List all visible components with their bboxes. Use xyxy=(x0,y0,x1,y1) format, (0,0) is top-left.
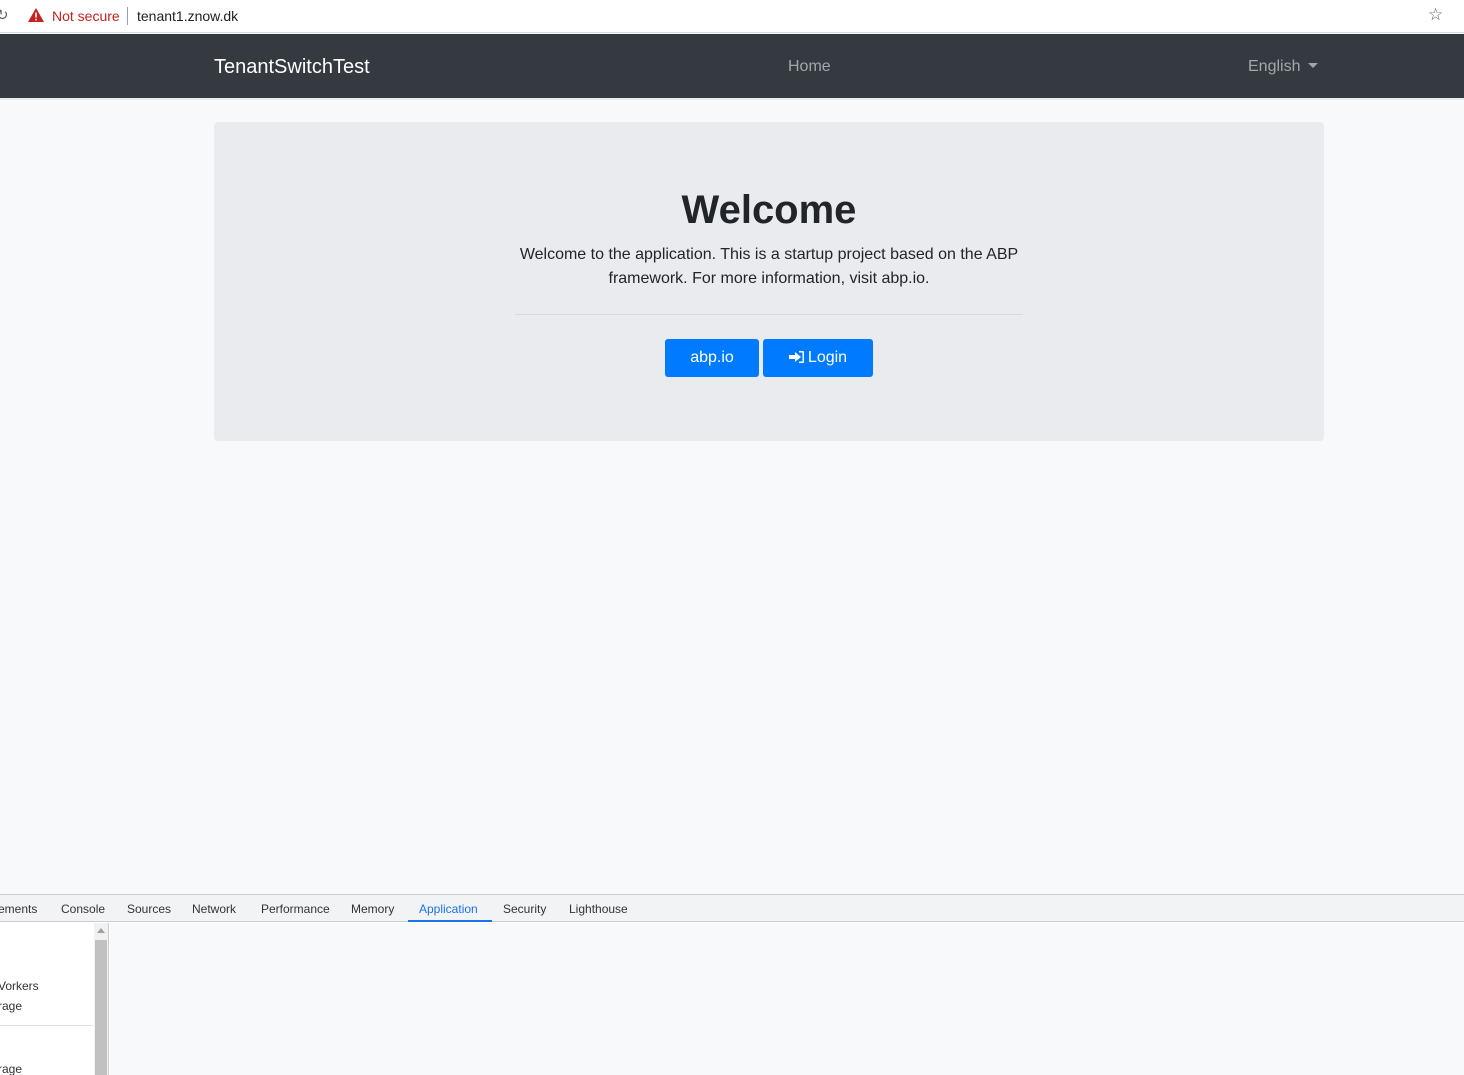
security-status[interactable]: Not secure xyxy=(52,8,120,24)
devtools-panel: ements Console Sources Network Performan… xyxy=(0,894,1464,1075)
navbar-shadow xyxy=(0,98,1464,100)
sign-in-icon xyxy=(788,351,804,363)
tab-security[interactable]: Security xyxy=(503,902,546,916)
tab-sources[interactable]: Sources xyxy=(127,902,171,916)
sidebar-item-service-workers[interactable]: Vorkers xyxy=(0,979,39,993)
address-divider xyxy=(127,7,128,25)
devtools-sidebar: Vorkers rage rage xyxy=(0,923,109,1075)
welcome-title: Welcome xyxy=(681,188,857,232)
navbar-brand[interactable]: TenantSwitchTest xyxy=(214,56,370,79)
divider xyxy=(515,314,1023,315)
star-icon[interactable]: ☆ xyxy=(1428,5,1443,25)
url-input[interactable]: tenant1.znow.dk xyxy=(137,8,238,24)
welcome-jumbotron: Welcome Welcome to the application. This… xyxy=(214,122,1324,441)
tab-network[interactable]: Network xyxy=(192,902,236,916)
login-label: Login xyxy=(807,349,848,366)
navbar: TenantSwitchTest Home English xyxy=(0,34,1464,98)
active-tab-indicator xyxy=(408,920,492,922)
login-button[interactable]: Login xyxy=(763,339,873,377)
devtools-tabbar: ements Console Sources Network Performan… xyxy=(0,895,1464,922)
tab-performance[interactable]: Performance xyxy=(261,902,330,916)
sidebar-item-clear-storage[interactable]: rage xyxy=(0,999,22,1013)
scroll-up-icon[interactable] xyxy=(97,928,105,933)
tab-elements[interactable]: ements xyxy=(0,902,37,916)
devtools-content xyxy=(110,923,1464,1075)
warning-triangle-icon[interactable] xyxy=(28,8,44,22)
language-label: English xyxy=(1248,58,1301,75)
tab-console[interactable]: Console xyxy=(61,902,105,916)
abp-io-button[interactable]: abp.io xyxy=(665,339,759,377)
language-dropdown[interactable]: English xyxy=(1248,58,1319,76)
tab-application[interactable]: Application xyxy=(419,902,478,916)
scrollbar-thumb[interactable] xyxy=(95,940,107,1075)
welcome-text: Welcome to the application. This is a st… xyxy=(519,246,1019,287)
nav-link-home[interactable]: Home xyxy=(788,58,831,76)
address-bar: ↻ Not secure tenant1.znow.dk ☆ xyxy=(0,0,1464,33)
reload-icon[interactable]: ↻ xyxy=(0,6,9,24)
tab-lighthouse[interactable]: Lighthouse xyxy=(569,902,628,916)
sidebar-separator xyxy=(0,1025,93,1026)
caret-down-icon xyxy=(1308,63,1319,68)
tab-memory[interactable]: Memory xyxy=(351,902,394,916)
sidebar-item-storage[interactable]: rage xyxy=(0,1062,22,1075)
